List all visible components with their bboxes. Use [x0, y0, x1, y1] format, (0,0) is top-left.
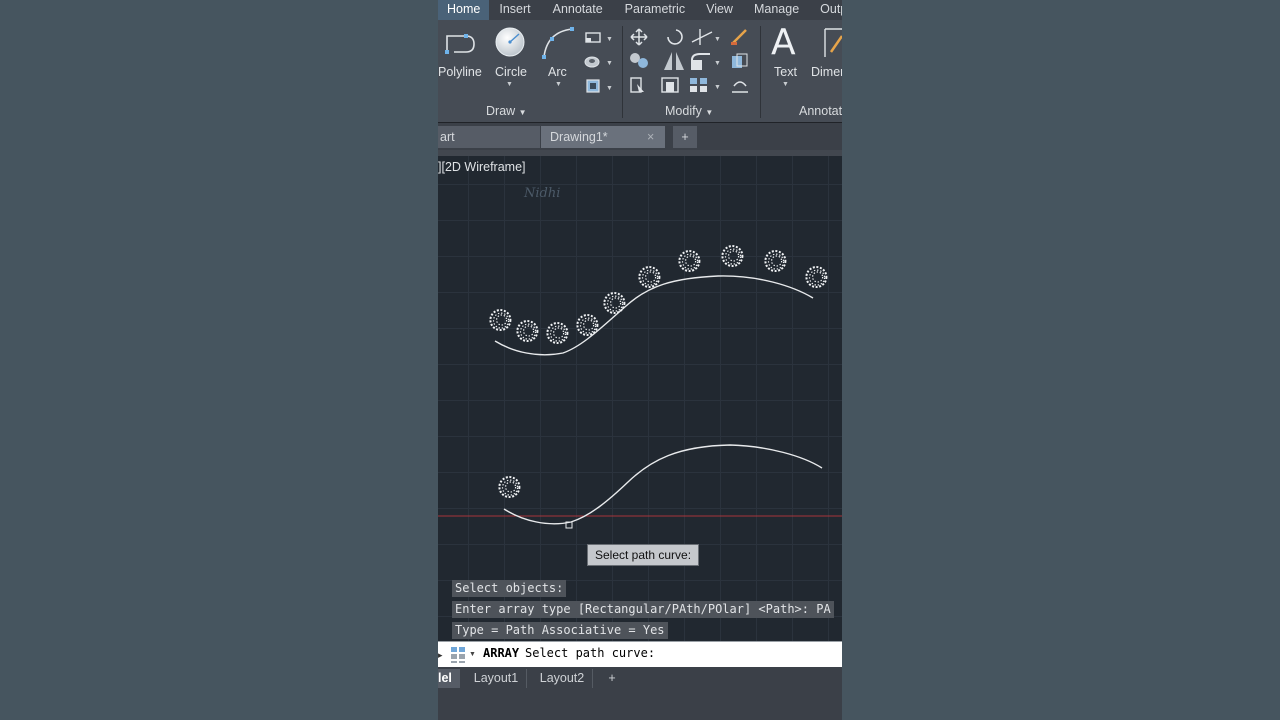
dimension-label[interactable]: Dimer [811, 65, 842, 79]
tab-output[interactable]: Outp [820, 0, 842, 20]
command-tooltip: Select path curve: [587, 544, 699, 566]
array-circle-object [603, 292, 626, 314]
add-layout-button[interactable]: + [602, 669, 622, 688]
drawing-tab-label: Drawing1* [550, 130, 608, 144]
tab-view[interactable]: View [706, 0, 733, 20]
ribbon-panel: Polyline Circle ▼ Arc ▼ ▼ ▼ ▼ Draw ▼ ▼ ▼… [438, 20, 842, 123]
new-tab-button[interactable]: + [673, 126, 697, 148]
array-circle-ring [583, 319, 595, 331]
svg-text:▼: ▼ [714, 84, 721, 91]
tab-drawing1[interactable]: Drawing1* × [541, 126, 665, 148]
command-history-line: Enter array type [Rectangular/PAth/POlar… [452, 601, 834, 618]
tab-layout1[interactable]: Layout1 [466, 669, 527, 688]
svg-text:▼: ▼ [469, 651, 476, 658]
circle-icon[interactable] [494, 26, 526, 58]
drawing-geometry [438, 245, 842, 529]
svg-text:▼: ▼ [606, 36, 612, 43]
annotation-panel-title[interactable]: Annotat [799, 104, 842, 118]
modify-panel-title[interactable]: Modify ▼ [665, 104, 713, 118]
array-circle-ring [522, 325, 535, 337]
array-command-icon[interactable]: ▼ [450, 646, 478, 664]
arc-label[interactable]: Arc [548, 65, 567, 79]
command-line[interactable]: ▸ ▼ ARRAY Select path curve: [438, 641, 842, 668]
svg-text:▼: ▼ [714, 36, 721, 43]
modify-tools-icon[interactable]: ▼ ▼ ▼ [628, 26, 758, 102]
polyline-icon[interactable] [444, 28, 476, 58]
command-expand-icon[interactable]: ▸ [438, 650, 443, 661]
svg-text:▼: ▼ [606, 60, 612, 67]
array-circle-object [721, 245, 744, 267]
array-circle-ring [764, 250, 787, 272]
array-circle-ring [576, 314, 599, 336]
arrayed-path-curve [494, 275, 814, 356]
array-circle-object [498, 476, 521, 498]
autocad-window: Home Insert Annotate Parametric View Man… [438, 0, 842, 720]
tab-model[interactable]: lel [438, 669, 460, 688]
array-circle-ring [645, 271, 657, 283]
text-dropdown-icon[interactable]: ▼ [782, 81, 789, 88]
array-circle-ring [678, 250, 701, 272]
file-tab-bar: art Drawing1* × + [438, 123, 842, 150]
tab-manage[interactable]: Manage [754, 0, 799, 20]
command-name: ARRAY [483, 646, 520, 660]
tab-insert[interactable]: Insert [499, 0, 530, 20]
tab-parametric[interactable]: Parametric [625, 0, 685, 20]
tab-home[interactable]: Home [438, 0, 490, 20]
array-circle-ring [495, 314, 508, 326]
array-circle-ring [805, 266, 828, 288]
dimension-icon[interactable] [821, 26, 842, 60]
tab-layout2[interactable]: Layout2 [532, 669, 593, 688]
circle-label[interactable]: Circle [495, 65, 527, 79]
draw-small-tools-icon[interactable]: ▼ ▼ ▼ [584, 30, 612, 106]
command-prompt: Select path curve: [525, 646, 656, 660]
tab-annotate[interactable]: Annotate [553, 0, 603, 20]
selected-path-curve [503, 444, 823, 525]
panel-separator [622, 26, 623, 118]
drawing-canvas[interactable]: ][2D Wireframe] Nidhi Select path curve:… [438, 156, 842, 641]
array-circle-object [576, 314, 599, 336]
close-icon[interactable]: × [647, 126, 654, 148]
text-label[interactable]: Text [774, 65, 797, 79]
array-circle-object [489, 309, 512, 331]
array-circle-ring [771, 255, 783, 267]
array-circle-object [516, 320, 539, 342]
svg-text:▼: ▼ [714, 60, 721, 67]
polyline-label[interactable]: Polyline [438, 65, 482, 79]
array-circle-object [638, 266, 661, 288]
array-circle-ring [546, 322, 569, 344]
array-circle-ring [516, 320, 539, 342]
array-circle-ring [721, 245, 744, 267]
array-circle-ring [498, 476, 521, 498]
ribbon-tab-bar: Home Insert Annotate Parametric View Man… [438, 0, 842, 21]
draw-panel-title[interactable]: Draw ▼ [486, 104, 527, 118]
text-icon[interactable]: A [771, 22, 796, 63]
arc-dropdown-icon[interactable]: ▼ [555, 81, 562, 88]
layout-tab-bar: lel Layout1 Layout2 + [438, 667, 842, 720]
array-circle-ring [552, 327, 565, 339]
tab-start[interactable]: art [438, 126, 540, 148]
array-circle-ring [812, 271, 824, 283]
array-circle-ring [603, 292, 626, 314]
svg-text:▼: ▼ [606, 85, 612, 92]
array-circle-object [546, 322, 569, 344]
array-circle-ring [489, 309, 512, 331]
command-history-line: Type = Path Associative = Yes [452, 622, 668, 639]
array-circle-ring [685, 255, 697, 267]
array-circle-object [805, 266, 828, 288]
array-circle-object [678, 250, 701, 272]
command-history-line: Select objects: [452, 580, 567, 597]
array-circle-ring [728, 250, 740, 262]
circle-dropdown-icon[interactable]: ▼ [506, 81, 513, 88]
array-circle-ring [638, 266, 661, 288]
arc-icon[interactable] [541, 26, 575, 60]
panel-separator [760, 26, 761, 118]
array-circle-ring [504, 481, 517, 493]
array-circle-object [764, 250, 787, 272]
array-circle-ring [610, 297, 622, 309]
